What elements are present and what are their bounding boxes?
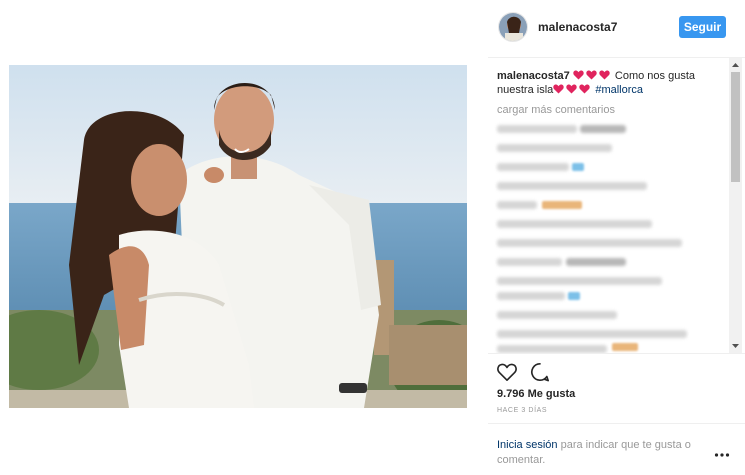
- load-more-comments-link[interactable]: cargar más comentarios: [497, 104, 615, 116]
- blurred-comment: [497, 311, 617, 319]
- red-heart-emoji-icon: [586, 70, 597, 80]
- blurred-comment: [497, 258, 562, 266]
- red-heart-emoji-icon: [573, 70, 584, 80]
- likes-count[interactable]: 9.796 Me gusta: [497, 388, 575, 400]
- scroll-down-arrow-icon[interactable]: [729, 339, 742, 353]
- blurred-emoji: [568, 292, 580, 300]
- header-username[interactable]: malenacosta7: [538, 20, 617, 34]
- blurred-comment: [497, 144, 612, 152]
- blurred-emoji: [542, 201, 582, 209]
- blurred-comment: [497, 125, 577, 133]
- more-options-icon[interactable]: [714, 452, 730, 458]
- scroll-up-arrow-icon[interactable]: [729, 58, 742, 72]
- blurred-comment: [497, 163, 569, 171]
- post-actions: 9.796 Me gusta HACE 3 DÍAS: [488, 353, 745, 423]
- login-link[interactable]: Inicia sesión: [497, 439, 558, 451]
- blurred-comment: [497, 330, 687, 338]
- caption-username[interactable]: malenacosta7: [497, 70, 570, 82]
- heart-outline-icon[interactable]: [496, 362, 518, 382]
- blurred-comment: [580, 125, 626, 133]
- couple-photo: [9, 65, 467, 408]
- blurred-comment: [497, 292, 565, 300]
- avatar[interactable]: [498, 12, 528, 42]
- scrollbar-thumb[interactable]: [731, 72, 740, 182]
- red-heart-emoji-icon: [599, 70, 610, 80]
- blurred-comment: [497, 201, 537, 209]
- caption-hashtag[interactable]: #mallorca: [595, 84, 643, 96]
- blurred-comment: [566, 258, 626, 266]
- post-photo[interactable]: [9, 65, 467, 408]
- blurred-comment: [497, 277, 662, 285]
- red-heart-emoji-icon: [579, 84, 590, 94]
- red-heart-emoji-icon: [553, 84, 564, 94]
- follow-button[interactable]: Seguir: [679, 16, 726, 38]
- post-timestamp: HACE 3 DÍAS: [497, 407, 548, 414]
- blurred-emoji: [572, 163, 584, 171]
- blurred-comment: [497, 239, 682, 247]
- blurred-emoji: [612, 343, 638, 351]
- blurred-comment: [497, 182, 647, 190]
- post-sidebar: malenacosta7 Seguir malenacosta7 Como no…: [488, 0, 745, 475]
- login-prompt-text: Inicia sesión para indicar que te gusta …: [497, 438, 707, 468]
- blurred-comment: [497, 220, 652, 228]
- post-header: malenacosta7 Seguir: [488, 0, 745, 58]
- red-heart-emoji-icon: [566, 84, 577, 94]
- comment-bubble-icon[interactable]: [530, 362, 550, 382]
- comments-list: malenacosta7 Como nos gusta nuestra isla…: [488, 58, 745, 353]
- comments-scrollbar[interactable]: [729, 58, 742, 353]
- login-prompt: Inicia sesión para indicar que te gusta …: [488, 423, 745, 475]
- blurred-comment: [497, 345, 607, 353]
- caption: malenacosta7 Como nos gusta nuestra isla…: [497, 69, 717, 97]
